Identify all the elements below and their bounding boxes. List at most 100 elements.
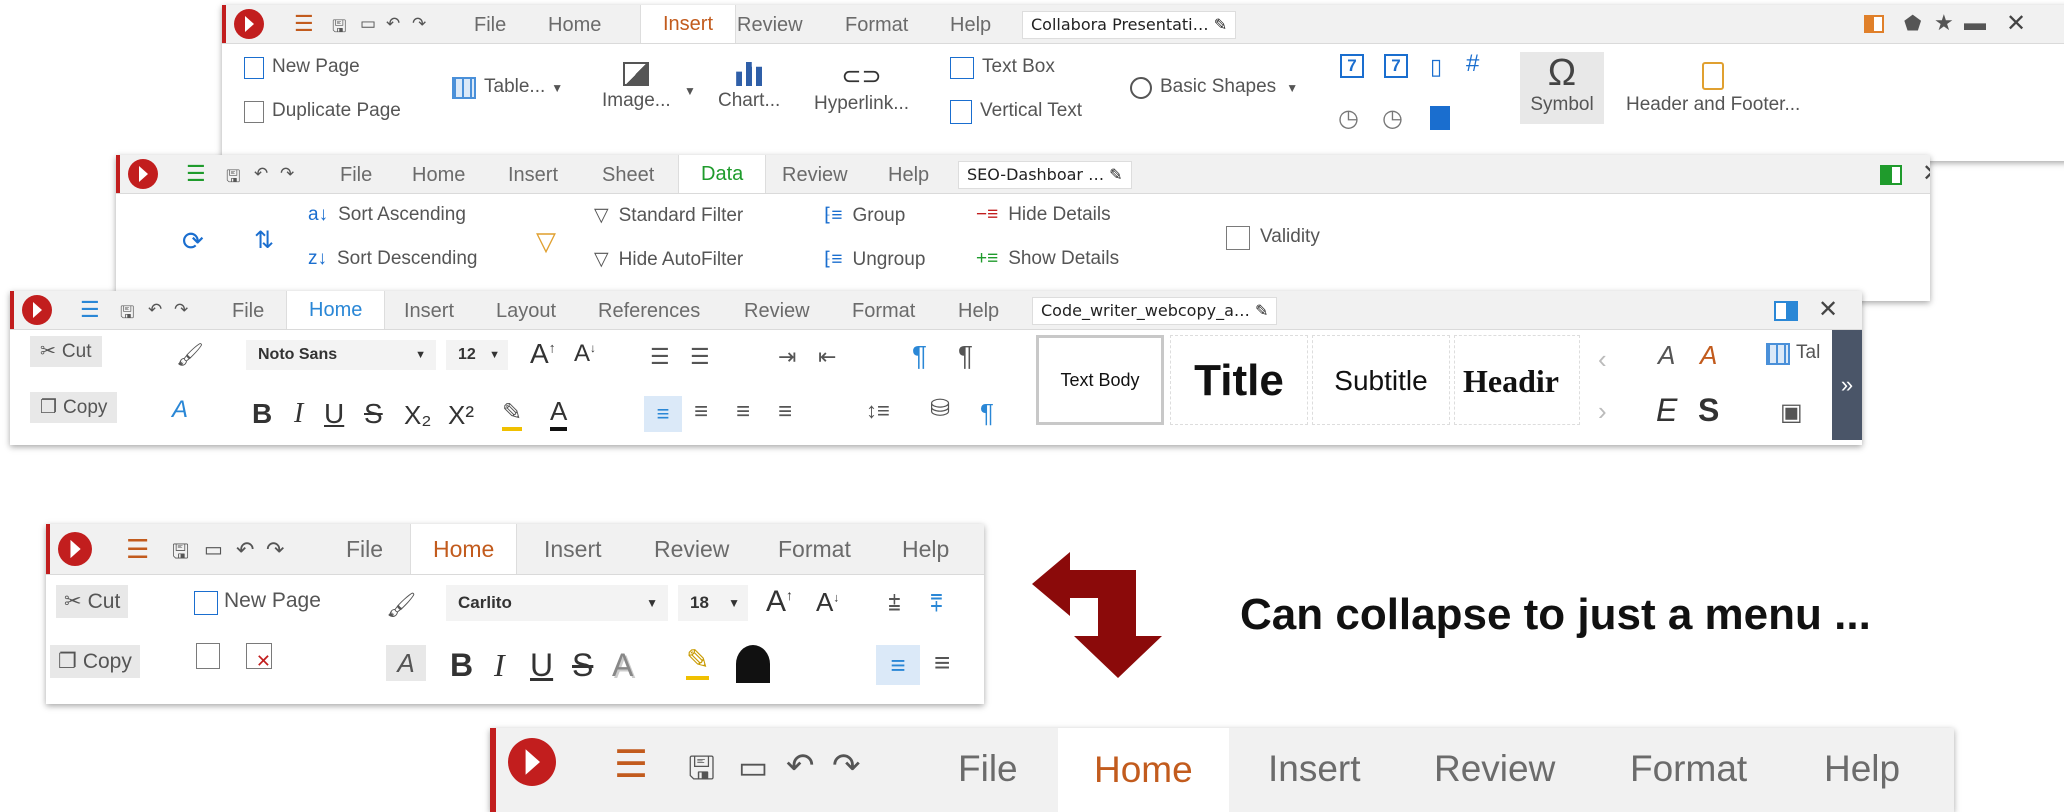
new-page-button[interactable]: New Page [194,589,321,615]
collabora-logo[interactable] [46,524,92,574]
tab-file[interactable]: File [958,748,1018,790]
font-name-select[interactable]: Noto Sans ▼ [246,340,436,370]
tab-insert[interactable]: Insert [640,5,737,43]
save-as-icon[interactable]: ▭ [738,748,768,786]
paragraph-direction-icon[interactable]: ¶ [958,340,973,372]
hamburger-menu-icon[interactable]: ☰ [186,161,206,187]
formatting-marks-icon[interactable]: ¶ [912,340,927,372]
recalculate-icon[interactable]: ⟳ [182,226,204,257]
strikethrough-button[interactable]: S [572,647,593,684]
shrink-font-icon[interactable]: A↓ [816,587,839,618]
copy-button[interactable]: ❐ Copy [50,645,140,678]
align-left-button[interactable]: ≡ [644,396,682,432]
vertical-text-button[interactable]: Vertical Text [950,100,1082,124]
grow-font-icon[interactable]: A↑ [766,585,793,619]
tab-help[interactable]: Help [958,300,999,323]
undo-icon[interactable]: ↶ [386,14,400,34]
date-field-button[interactable]: 7 [1340,54,1364,78]
document-field-icon[interactable] [1430,106,1450,130]
hide-details-button[interactable]: −≡ Hide Details [976,204,1111,226]
tab-home[interactable]: Home [286,291,386,329]
tab-file[interactable]: File [232,300,264,323]
style-text-body[interactable]: Text Body [1036,335,1164,425]
align-left-button[interactable]: ≡ [876,645,920,685]
italic-button[interactable]: I [494,647,505,684]
standard-filter-button[interactable]: ▽ Standard Filter [594,204,743,227]
tab-data[interactable]: Data [678,155,767,193]
undo-icon[interactable]: ↶ [236,537,254,563]
shrink-font-icon[interactable]: A↓ [574,340,596,368]
shadow-button[interactable]: A [612,647,633,684]
undo-icon[interactable]: ↶ [786,746,815,786]
style-heading[interactable]: Headir [1454,335,1580,425]
document-title-field[interactable]: SEO-Dashboar … ✎ [958,161,1132,189]
symbol-button[interactable]: Ω Symbol [1520,52,1604,124]
new-page-button[interactable]: New Page [244,56,360,79]
hyperlink-button[interactable]: ⊂⊃ Hyperlink... [814,62,909,115]
sidebar-toggle-icon[interactable] [1880,165,1902,185]
tab-insert[interactable]: Insert [544,536,602,563]
table-button[interactable]: Table... ▼ [452,76,563,99]
time-fixed-icon[interactable]: ◷ [1382,104,1403,133]
chevron-right-icon[interactable]: › [1598,396,1607,427]
validity-button[interactable]: Validity [1226,226,1320,250]
font-size-select[interactable]: 18 ▼ [678,585,748,621]
tab-file[interactable]: File [346,536,383,563]
font-size-select[interactable]: 12 ▼ [446,340,508,370]
basic-shapes-button[interactable]: Basic Shapes ▼ [1130,76,1298,99]
tab-insert[interactable]: Insert [1268,748,1361,790]
copy-button[interactable]: ❐ Copy [30,392,118,423]
save-icon[interactable]: 🖫 [120,300,134,329]
close-icon[interactable]: ✕ [2006,9,2026,38]
insert-image-icon[interactable]: ▣ [1780,398,1803,427]
chart-button[interactable]: Chart... [718,62,780,112]
tab-home[interactable]: Home [412,164,465,187]
grow-font-icon[interactable]: A↑ [530,338,556,370]
page-number-icon[interactable]: ▯ [1430,54,1442,80]
font-name-select[interactable]: Carlito ▼ [446,585,668,621]
style-title[interactable]: Title [1170,335,1308,425]
hamburger-menu-icon[interactable]: ☰ [294,11,314,37]
insert-table-button[interactable]: Tal [1766,342,1820,365]
redo-icon[interactable]: ↷ [280,164,294,184]
delete-page-icon[interactable]: ✕ [246,643,272,671]
edit-style-icon[interactable]: A [1658,340,1675,371]
align-center-icon[interactable]: ≡ [934,647,950,679]
paragraph-spacing-down-icon[interactable]: ⩱ [930,591,943,617]
duplicate-page-icon[interactable] [196,643,220,669]
style-subtitle[interactable]: Subtitle [1312,335,1450,425]
redo-icon[interactable]: ↷ [412,14,426,34]
sidebar-toggle-icon[interactable] [1774,301,1798,321]
superscript-button[interactable]: X² [448,400,474,431]
tab-review[interactable]: Review [737,14,803,37]
font-color-icon[interactable]: A [550,396,568,431]
align-right-icon[interactable]: ≡ [736,398,750,426]
autofilter-icon[interactable]: ▽ [536,226,556,257]
bullet-list-icon[interactable]: ☰ [650,344,670,370]
decrease-indent-icon[interactable]: ⇤ [818,344,836,370]
sidebar-toggle-icon[interactable] [1864,15,1884,33]
tab-help[interactable]: Help [902,536,949,563]
align-center-icon[interactable]: ≡ [694,398,708,426]
clone-formatting-icon[interactable]: 🖌 [176,342,204,368]
tab-insert[interactable]: Insert [508,164,558,187]
tab-insert[interactable]: Insert [404,300,454,323]
image-dropdown-icon[interactable]: ▼ [684,84,696,98]
document-title-field[interactable]: Collabora Presentati… ✎ [1022,11,1237,39]
hide-autofilter-button[interactable]: ▽ Hide AutoFilter [594,248,743,271]
save-icon[interactable]: 🖫 [172,537,189,571]
collabora-logo[interactable] [10,291,54,329]
justify-icon[interactable]: ≡ [778,398,792,426]
bold-button[interactable]: B [450,647,473,684]
sort-ascending-button[interactable]: a↓ Sort Ascending [308,204,466,226]
collabora-logo[interactable] [222,5,266,43]
subscript-button[interactable]: X₂ [404,400,431,431]
tab-help[interactable]: Help [950,14,991,37]
more-button[interactable]: » [1832,330,1862,440]
tab-file[interactable]: File [474,14,506,37]
style-e[interactable]: E [1656,392,1677,429]
tab-help[interactable]: Help [1824,748,1900,790]
tab-review[interactable]: Review [654,536,729,563]
tab-layout[interactable]: Layout [496,300,556,323]
save-as-icon[interactable]: ▭ [204,537,223,562]
